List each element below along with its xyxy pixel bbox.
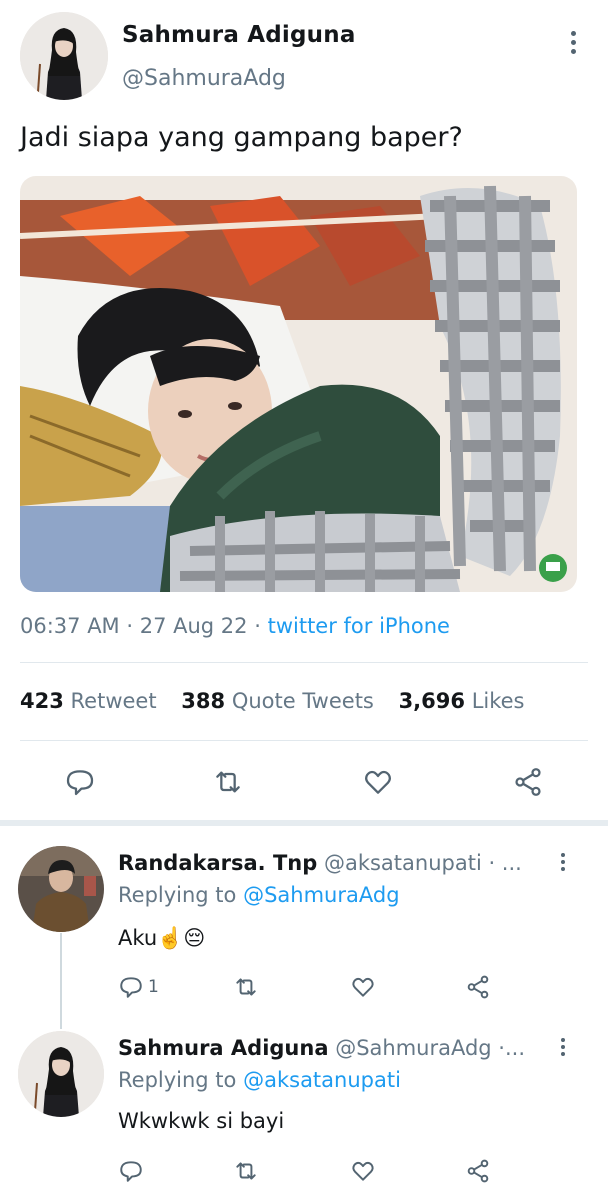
reply-count: 1 <box>148 977 159 997</box>
tweet-source-link[interactable]: twitter for iPhone <box>268 614 450 638</box>
reply-button[interactable] <box>62 764 98 800</box>
retweet-icon <box>236 978 256 996</box>
replying-to-mention[interactable]: @SahmuraAdg <box>243 883 399 907</box>
speech-bubble-icon <box>120 1161 142 1182</box>
reply-header: Randakarsa. Tnp @aksatanupati · ... <box>118 851 522 875</box>
author-name[interactable]: Sahmura Adiguna <box>122 22 356 48</box>
replying-to: Replying to @SahmuraAdg <box>118 883 400 907</box>
replying-to-label: Replying to <box>118 1068 237 1092</box>
tweet-meta: 06:37 AM · 27 Aug 22 · twitter for iPhon… <box>20 614 450 638</box>
reply-text: Wkwkwk si bayi <box>118 1109 285 1133</box>
reply-button[interactable] <box>118 1158 144 1188</box>
quote-count: 388 <box>181 689 226 713</box>
reply-author-handle[interactable]: @SahmuraAdg ·... <box>335 1036 525 1060</box>
divider <box>20 740 588 741</box>
like-count: 3,696 <box>398 689 465 713</box>
share-icon <box>515 768 541 796</box>
heart-icon <box>352 1161 374 1181</box>
reply-author-name[interactable]: Sahmura Adiguna <box>118 1036 329 1060</box>
retweet-label: Retweet <box>70 689 157 713</box>
retweet-button[interactable] <box>233 974 259 1004</box>
speech-bubble-icon <box>66 770 94 796</box>
reply-author-avatar[interactable] <box>18 1031 104 1117</box>
reply-author-avatar[interactable] <box>18 846 104 932</box>
like-button[interactable] <box>350 1158 376 1188</box>
reply-author-name[interactable]: Randakarsa. Tnp <box>118 851 317 875</box>
replying-to-label: Replying to <box>118 883 237 907</box>
heart-icon <box>352 977 374 997</box>
meta-separator: · <box>126 614 140 638</box>
thread-line <box>60 933 62 1029</box>
retweet-count: 423 <box>20 689 64 713</box>
more-options-icon[interactable] <box>551 850 575 874</box>
tweet-date: 27 Aug 22 <box>139 614 248 638</box>
reply-text: Aku☝️😔 <box>118 926 206 950</box>
retweet-button[interactable] <box>210 764 246 800</box>
tweet-time: 06:37 AM <box>20 614 120 638</box>
quotes-stat[interactable]: 388 Quote Tweets <box>181 689 374 713</box>
share-button[interactable] <box>465 974 491 1004</box>
retweet-button[interactable] <box>233 1158 259 1188</box>
like-button[interactable] <box>360 764 396 800</box>
more-options-icon[interactable] <box>551 1035 575 1059</box>
reply-header: Sahmura Adiguna @SahmuraAdg ·... <box>118 1036 525 1060</box>
share-button[interactable] <box>465 1158 491 1188</box>
divider <box>20 662 588 663</box>
tweet-text: Jadi siapa yang gampang baper? <box>20 122 463 153</box>
heart-icon <box>365 770 391 794</box>
reply-button[interactable]: 1 <box>118 974 159 1000</box>
author-handle[interactable]: @SahmuraAdg <box>122 66 286 91</box>
share-icon <box>467 975 489 999</box>
author-avatar[interactable] <box>20 12 108 100</box>
like-button[interactable] <box>350 974 376 1004</box>
reply-author-handle[interactable]: @aksatanupati · ... <box>324 851 522 875</box>
retweet-icon <box>216 771 240 793</box>
retweet-icon <box>236 1162 256 1180</box>
share-icon <box>467 1159 489 1183</box>
section-separator <box>0 820 608 826</box>
tweet-stats: 423 Retweet 388 Quote Tweets 3,696 Likes <box>20 689 525 713</box>
quote-label: Quote Tweets <box>231 689 374 713</box>
replying-to-mention[interactable]: @aksatanupati <box>243 1068 401 1092</box>
like-label: Likes <box>471 689 525 713</box>
replying-to: Replying to @aksatanupati <box>118 1068 401 1092</box>
tweet-actions <box>20 760 588 804</box>
more-options-icon[interactable] <box>558 28 588 56</box>
speech-bubble-icon <box>120 977 142 998</box>
tweet-photo[interactable] <box>20 176 577 592</box>
share-button[interactable] <box>510 764 546 800</box>
likes-stat[interactable]: 3,696 Likes <box>399 689 525 713</box>
meta-separator: · <box>254 614 268 638</box>
retweets-stat[interactable]: 423 Retweet <box>20 689 157 713</box>
